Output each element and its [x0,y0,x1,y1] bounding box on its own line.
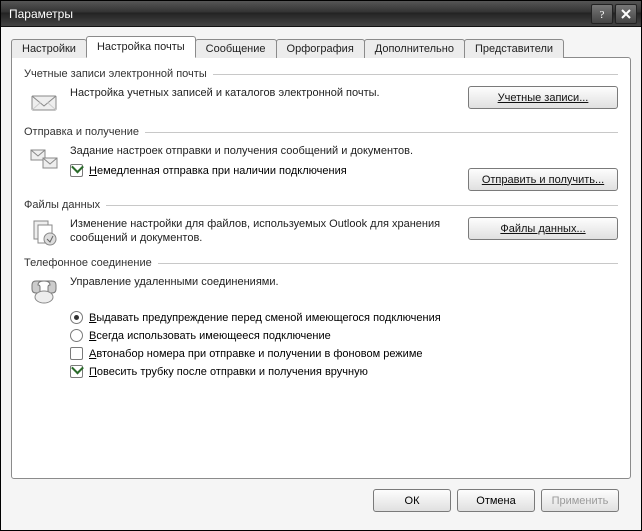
tab-delegates[interactable]: Представители [464,39,564,58]
help-button[interactable]: ? [591,4,613,24]
apply-button: Применить [541,489,619,512]
autodial-label[interactable]: Автонабор номера при отправке и получени… [89,348,423,360]
tabs: Настройки Настройка почты Сообщение Орфо… [11,35,631,57]
help-icon: ? [596,8,608,20]
immediate-send-label[interactable]: Немедленная отправка при наличии подключ… [89,165,347,177]
ok-button[interactable]: ОК [373,489,451,512]
close-icon [620,8,632,20]
group-title: Файлы данных [24,199,100,211]
tab-spelling[interactable]: Орфография [276,39,365,58]
data-files-button[interactable]: Файлы данных... [468,217,618,240]
tab-advanced[interactable]: Дополнительно [364,39,465,58]
phone-icon [28,275,60,307]
dialog-footer: ОК Отмена Применить [11,479,631,522]
group-title: Учетные записи электронной почты [24,68,207,80]
warn-before-switch-radio[interactable] [70,311,83,324]
close-button[interactable] [615,4,637,24]
options-dialog: Параметры ? Настройки Настройка почты Со… [0,0,642,531]
hangup-label[interactable]: Повесить трубку после отправки и получен… [89,366,368,378]
tab-settings[interactable]: Настройки [11,39,87,58]
autodial-checkbox[interactable] [70,347,83,360]
always-use-label[interactable]: Всегда использовать имеющееся подключени… [89,330,331,342]
immediate-send-checkbox[interactable] [70,164,83,177]
window-title: Параметры [9,7,589,21]
data-files-icon [28,217,60,249]
accounts-desc: Настройка учетных записей и каталогов эл… [70,86,458,100]
hangup-checkbox[interactable] [70,365,83,378]
sendrecv-desc: Задание настроек отправки и получения со… [70,144,458,158]
group-data-files: Файлы данных Изменение настройки для фай… [24,199,618,249]
warn-before-switch-label[interactable]: Выдавать предупреждение перед сменой име… [89,312,441,324]
envelope-icon [28,86,60,118]
group-email-accounts: Учетные записи электронной почты Настрой… [24,68,618,118]
tab-message[interactable]: Сообщение [195,39,277,58]
mail-sync-icon [28,144,60,176]
title-bar: Параметры ? [1,1,641,27]
cancel-button[interactable]: Отмена [457,489,535,512]
datafiles-desc: Изменение настройки для файлов, использу… [70,217,458,246]
email-accounts-button[interactable]: Учетные записи... [468,86,618,109]
group-send-receive: Отправка и получение Задание настроек от… [24,126,618,191]
group-title: Телефонное соединение [24,257,152,269]
send-receive-button[interactable]: Отправить и получить... [468,168,618,191]
always-use-radio[interactable] [70,329,83,342]
group-title: Отправка и получение [24,126,139,138]
tab-panel-mail-setup: Учетные записи электронной почты Настрой… [11,57,631,479]
svg-text:?: ? [600,9,605,20]
tab-mail-setup[interactable]: Настройка почты [86,36,196,58]
group-dialup: Телефонное соединение Управление удаленн… [24,257,618,378]
dial-desc: Управление удаленными соединениями. [70,275,618,289]
